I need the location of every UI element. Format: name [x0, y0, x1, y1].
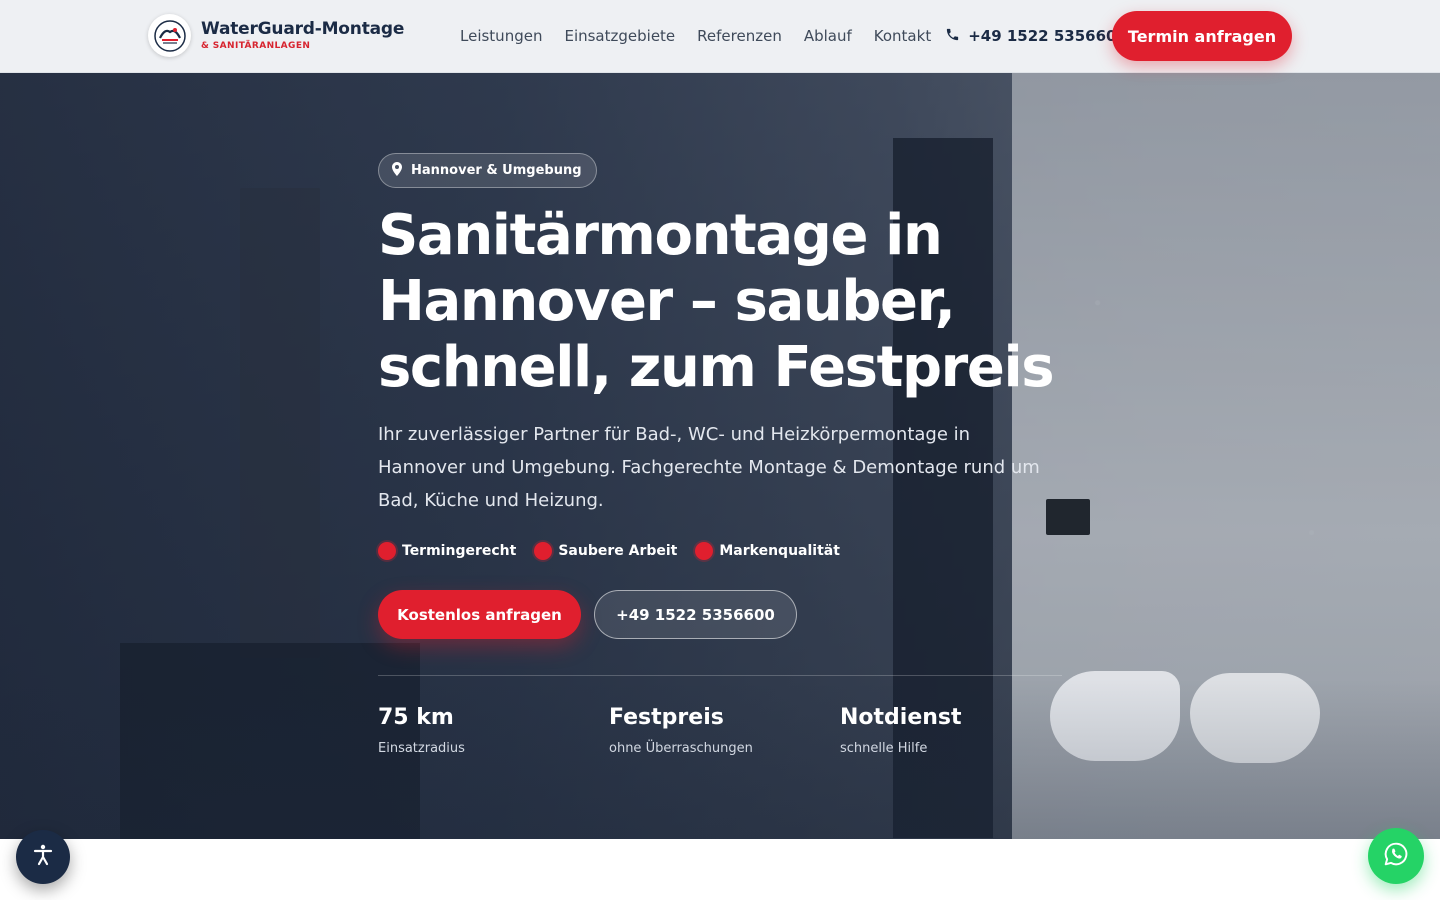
whatsapp-button[interactable] — [1368, 828, 1424, 884]
stats-divider — [378, 675, 1062, 676]
stat-label: ohne Überraschungen — [609, 741, 753, 756]
stat-value: Festpreis — [609, 705, 724, 730]
nav-item-einsatzgebiete[interactable]: Einsatzgebiete — [564, 27, 675, 45]
accessibility-icon — [31, 843, 55, 872]
header-phone-link[interactable]: +49 1522 5356600 — [945, 27, 1127, 46]
nav-item-ablauf[interactable]: Ablauf — [804, 27, 852, 45]
map-pin-icon — [391, 161, 403, 180]
termin-anfragen-button[interactable]: Termin anfragen — [1112, 11, 1292, 61]
check-dot-icon — [695, 542, 714, 560]
feature-list: Termingerecht Saubere Arbeit Markenquali… — [378, 542, 840, 560]
location-badge: Hannover & Umgebung — [378, 153, 597, 188]
phone-icon — [945, 27, 960, 46]
nav-item-kontakt[interactable]: Kontakt — [874, 27, 931, 45]
main-nav: Leistungen Einsatzgebiete Referenzen Abl… — [460, 0, 1127, 72]
check-dot-icon — [378, 542, 396, 560]
check-dot-icon — [534, 542, 553, 560]
stat-label: schnelle Hilfe — [840, 741, 928, 756]
location-text: Hannover & Umgebung — [411, 163, 582, 178]
header-phone-number: +49 1522 5356600 — [968, 27, 1127, 45]
hero-bottom-fade — [0, 679, 1440, 839]
feature-item: Markenqualität — [695, 542, 840, 560]
feature-item: Saubere Arbeit — [534, 542, 677, 560]
logo-title: WaterGuard-Montage — [201, 18, 405, 39]
stat-label: Einsatzradius — [378, 741, 465, 756]
stat-value: 75 km — [378, 705, 454, 730]
hero-lead-text: Ihr zuverlässiger Partner für Bad-, WC- … — [378, 424, 1040, 511]
stat-item: 75 km Einsatzradius — [378, 705, 609, 756]
feature-label: Termingerecht — [402, 543, 517, 559]
stats-row: 75 km Einsatzradius Festpreis ohne Überr… — [378, 705, 1078, 756]
logo[interactable]: WaterGuard-Montage & SANITÄRANLAGEN — [148, 14, 404, 57]
feature-item: Termingerecht — [378, 542, 516, 560]
call-phone-button[interactable]: +49 1522 5356600 — [594, 590, 797, 639]
nav-item-leistungen[interactable]: Leistungen — [460, 27, 542, 45]
logo-subtitle: & SANITÄRANLAGEN — [201, 40, 311, 51]
site-header: WaterGuard-Montage & SANITÄRANLAGEN Leis… — [0, 0, 1440, 73]
whatsapp-icon — [1383, 841, 1409, 872]
accessibility-button[interactable] — [16, 830, 70, 884]
hero-headline: Sanitärmontage in Hannover – sauber, sch… — [378, 203, 1055, 400]
hero-section: Hannover & Umgebung Sanitärmontage in Ha… — [0, 73, 1440, 839]
nav-item-referenzen[interactable]: Referenzen — [697, 27, 782, 45]
stat-value: Notdienst — [840, 705, 962, 730]
background-shelf — [240, 188, 320, 658]
feature-label: Saubere Arbeit — [558, 543, 678, 559]
stat-item: Festpreis ohne Überraschungen — [609, 705, 840, 756]
feature-label: Markenqualität — [719, 543, 840, 559]
kostenlos-anfragen-button[interactable]: Kostenlos anfragen — [378, 590, 581, 639]
waterguard-logo-icon — [148, 14, 191, 57]
stat-item: Notdienst schnelle Hilfe — [840, 705, 1071, 756]
